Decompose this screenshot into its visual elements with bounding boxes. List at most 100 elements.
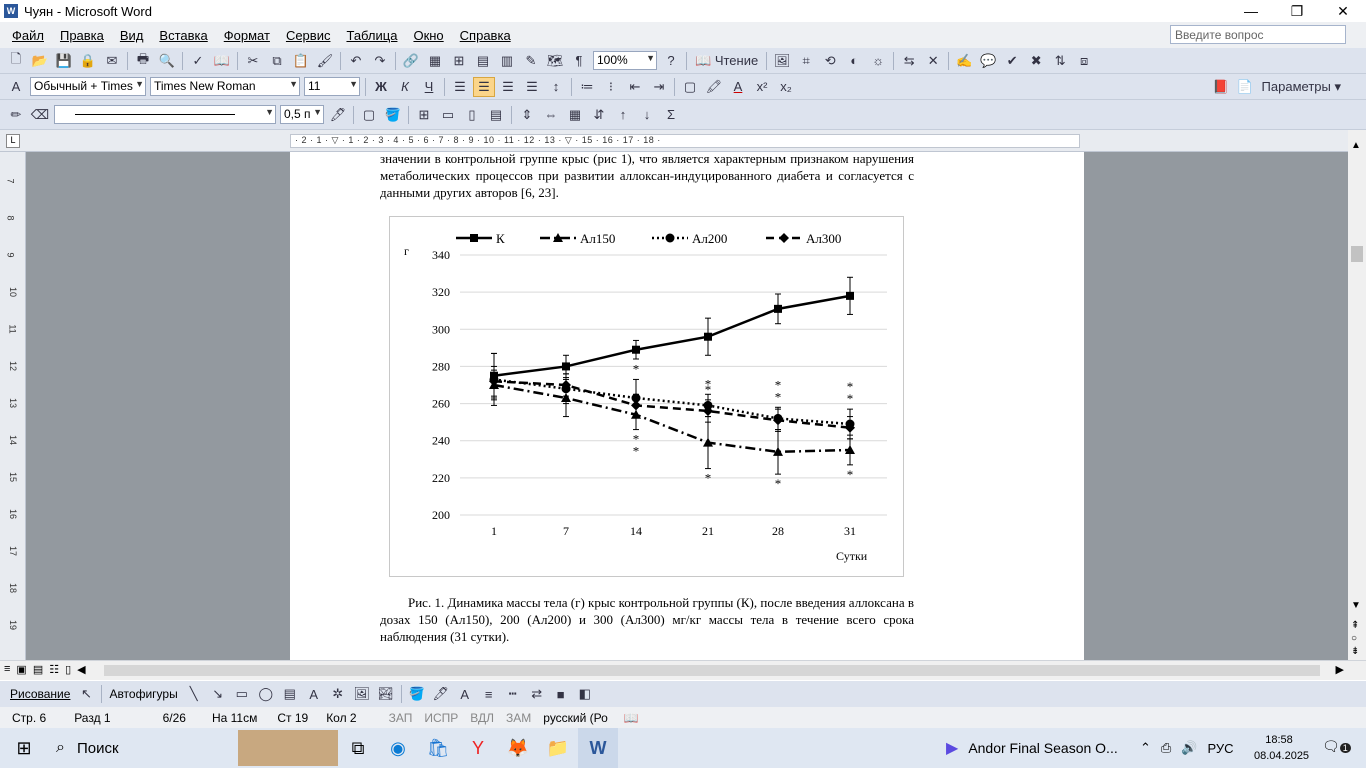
distribute-rows-icon[interactable]: ⇕: [516, 105, 538, 125]
line-weight-select[interactable]: 0,5 п ▼: [280, 105, 324, 124]
windows-start-icon[interactable]: ⊞: [0, 728, 48, 768]
align-left-icon[interactable]: ☰: [449, 77, 471, 97]
horizontal-scroll-thumb[interactable]: [104, 665, 1320, 676]
columns-icon[interactable]: ▥: [496, 51, 518, 71]
status-record[interactable]: ЗАП: [389, 711, 413, 725]
menu-view[interactable]: Вид: [112, 28, 152, 43]
justify-icon[interactable]: ☰: [521, 77, 543, 97]
style-select[interactable]: Обычный + Times ▼: [30, 77, 146, 96]
insert-excel-icon[interactable]: ▤: [472, 51, 494, 71]
tables-borders-icon[interactable]: ▦: [424, 51, 446, 71]
increase-indent-icon[interactable]: ⇥: [648, 77, 670, 97]
text-direction-icon[interactable]: ⇵: [588, 105, 610, 125]
hyperlink-icon[interactable]: 🔗: [400, 51, 422, 71]
paste-icon[interactable]: 📋: [290, 51, 312, 71]
yandex-icon[interactable]: Y: [458, 728, 498, 768]
taskbar-search[interactable]: ⌕ Поиск: [48, 728, 238, 768]
subscript-icon[interactable]: x₂: [775, 77, 797, 97]
prev-page-icon[interactable]: ⇞: [1351, 620, 1359, 631]
spelling-icon[interactable]: ✓: [187, 51, 209, 71]
3d-icon[interactable]: ◧: [574, 684, 596, 704]
restore-icon[interactable]: ❐: [1274, 0, 1320, 22]
distribute-columns-icon[interactable]: ⇔: [540, 105, 562, 125]
menu-window[interactable]: Окно: [405, 28, 451, 43]
line-color-icon[interactable]: 🖊: [430, 684, 452, 704]
print-preview-icon[interactable]: 🔍: [156, 51, 178, 71]
notifications-icon[interactable]: 🗨 1: [1322, 738, 1351, 755]
clipart-icon[interactable]: 🖼: [351, 684, 373, 704]
menu-insert[interactable]: Вставка: [151, 28, 215, 43]
highlight-icon[interactable]: 🖍: [703, 77, 725, 97]
permission-icon[interactable]: 🔒: [77, 51, 99, 71]
bold-icon[interactable]: Ж: [370, 77, 392, 97]
new-document-icon[interactable]: 🗋: [5, 51, 27, 71]
align-center-icon[interactable]: ☰: [473, 76, 495, 97]
edge-icon[interactable]: ◉: [378, 728, 418, 768]
copy-icon[interactable]: ⧉: [266, 51, 288, 71]
contrast-icon[interactable]: ◐: [843, 51, 865, 71]
paragraph-text[interactable]: значении в контрольной группе крыс (рис …: [380, 152, 914, 201]
menu-edit[interactable]: Правка: [52, 28, 112, 43]
autoshapes-menu[interactable]: Автофигуры: [109, 687, 177, 701]
menu-format[interactable]: Формат: [216, 28, 278, 43]
eraser-icon[interactable]: ⌫: [29, 105, 51, 125]
picture-icon[interactable]: 🏞: [375, 684, 397, 704]
pdf-options-icon[interactable]: 📄: [1234, 77, 1256, 97]
minimize-icon[interactable]: —: [1228, 0, 1274, 22]
clock[interactable]: 18:58 08.04.2025: [1254, 732, 1309, 764]
print-layout-icon[interactable]: ▤: [33, 663, 43, 676]
menu-tools[interactable]: Сервис: [278, 28, 339, 43]
superscript-icon[interactable]: x²: [751, 77, 773, 97]
firefox-icon[interactable]: 🦊: [498, 728, 538, 768]
horizontal-ruler[interactable]: L · 2 · 1 · ▽ · 1 · 2 · 3 · 4 · 5 · 6 · …: [0, 130, 1366, 152]
outline-view-icon[interactable]: ☷: [49, 663, 59, 676]
word-taskbar-icon[interactable]: W: [578, 728, 618, 768]
reading-view-icon[interactable]: ▯: [65, 663, 71, 676]
compare-icon[interactable]: ⧈: [1073, 51, 1095, 71]
menu-file[interactable]: Файл: [4, 28, 52, 43]
bullets-icon[interactable]: ⁝: [600, 77, 622, 97]
scroll-right-icon[interactable]: ▶: [1336, 663, 1344, 676]
network-icon[interactable]: ⎙: [1161, 740, 1171, 756]
dash-style-icon[interactable]: ┅: [502, 684, 524, 704]
task-view-icon[interactable]: ⧉: [338, 728, 378, 768]
tray-chevron-icon[interactable]: ⌃: [1140, 740, 1151, 756]
align-cell-icon[interactable]: ▤: [485, 105, 507, 125]
track-changes-icon[interactable]: ✍: [953, 51, 975, 71]
rectangle-icon[interactable]: ▭: [231, 684, 253, 704]
undo-icon[interactable]: ↶: [345, 51, 367, 71]
font-size-select[interactable]: 11 ▼: [304, 77, 360, 96]
brightness-icon[interactable]: ☼: [867, 51, 889, 71]
autoformat-icon[interactable]: ▦: [564, 105, 586, 125]
rotate-icon[interactable]: ⟲: [819, 51, 841, 71]
oval-icon[interactable]: ◯: [255, 684, 277, 704]
input-language[interactable]: РУС: [1208, 741, 1234, 756]
status-overtype[interactable]: ЗАМ: [506, 711, 531, 725]
help-icon[interactable]: ?: [660, 51, 682, 71]
accept-icon[interactable]: ✔: [1001, 51, 1023, 71]
tab-selector-icon[interactable]: L: [6, 134, 20, 148]
browse-object-icon[interactable]: ○: [1351, 633, 1357, 644]
styles-icon[interactable]: A: [5, 77, 27, 97]
redo-icon[interactable]: ↷: [369, 51, 391, 71]
insert-table-grid-icon[interactable]: ⊞: [413, 105, 435, 125]
menu-help[interactable]: Справка: [452, 28, 519, 43]
open-icon[interactable]: 📂: [29, 51, 51, 71]
sort-ascending-icon[interactable]: ↑: [612, 105, 634, 125]
store-icon[interactable]: 🛍: [418, 728, 458, 768]
show-hide-icon[interactable]: ¶: [568, 51, 590, 71]
horizontal-scrollbar[interactable]: ≡ ▣ ▤ ☷ ▯ ◀ ▶: [0, 660, 1366, 680]
explorer-icon[interactable]: 📁: [538, 728, 578, 768]
parameters-button[interactable]: Параметры ▾: [1258, 77, 1345, 97]
italic-icon[interactable]: К: [394, 77, 416, 97]
merge-cells-icon[interactable]: ▭: [437, 105, 459, 125]
close-icon[interactable]: ✕: [1320, 0, 1366, 22]
diagram-icon[interactable]: ✲: [327, 684, 349, 704]
reject-icon[interactable]: ✖: [1025, 51, 1047, 71]
save-icon[interactable]: 💾: [53, 51, 75, 71]
pdf-icon[interactable]: 📕: [1210, 77, 1232, 97]
document-page[interactable]: значении в контрольной группе крыс (рис …: [290, 152, 1084, 660]
reset-picture-icon[interactable]: ✕: [922, 51, 944, 71]
shadow-icon[interactable]: ■: [550, 684, 572, 704]
draw-table-icon[interactable]: ✏: [5, 105, 27, 125]
